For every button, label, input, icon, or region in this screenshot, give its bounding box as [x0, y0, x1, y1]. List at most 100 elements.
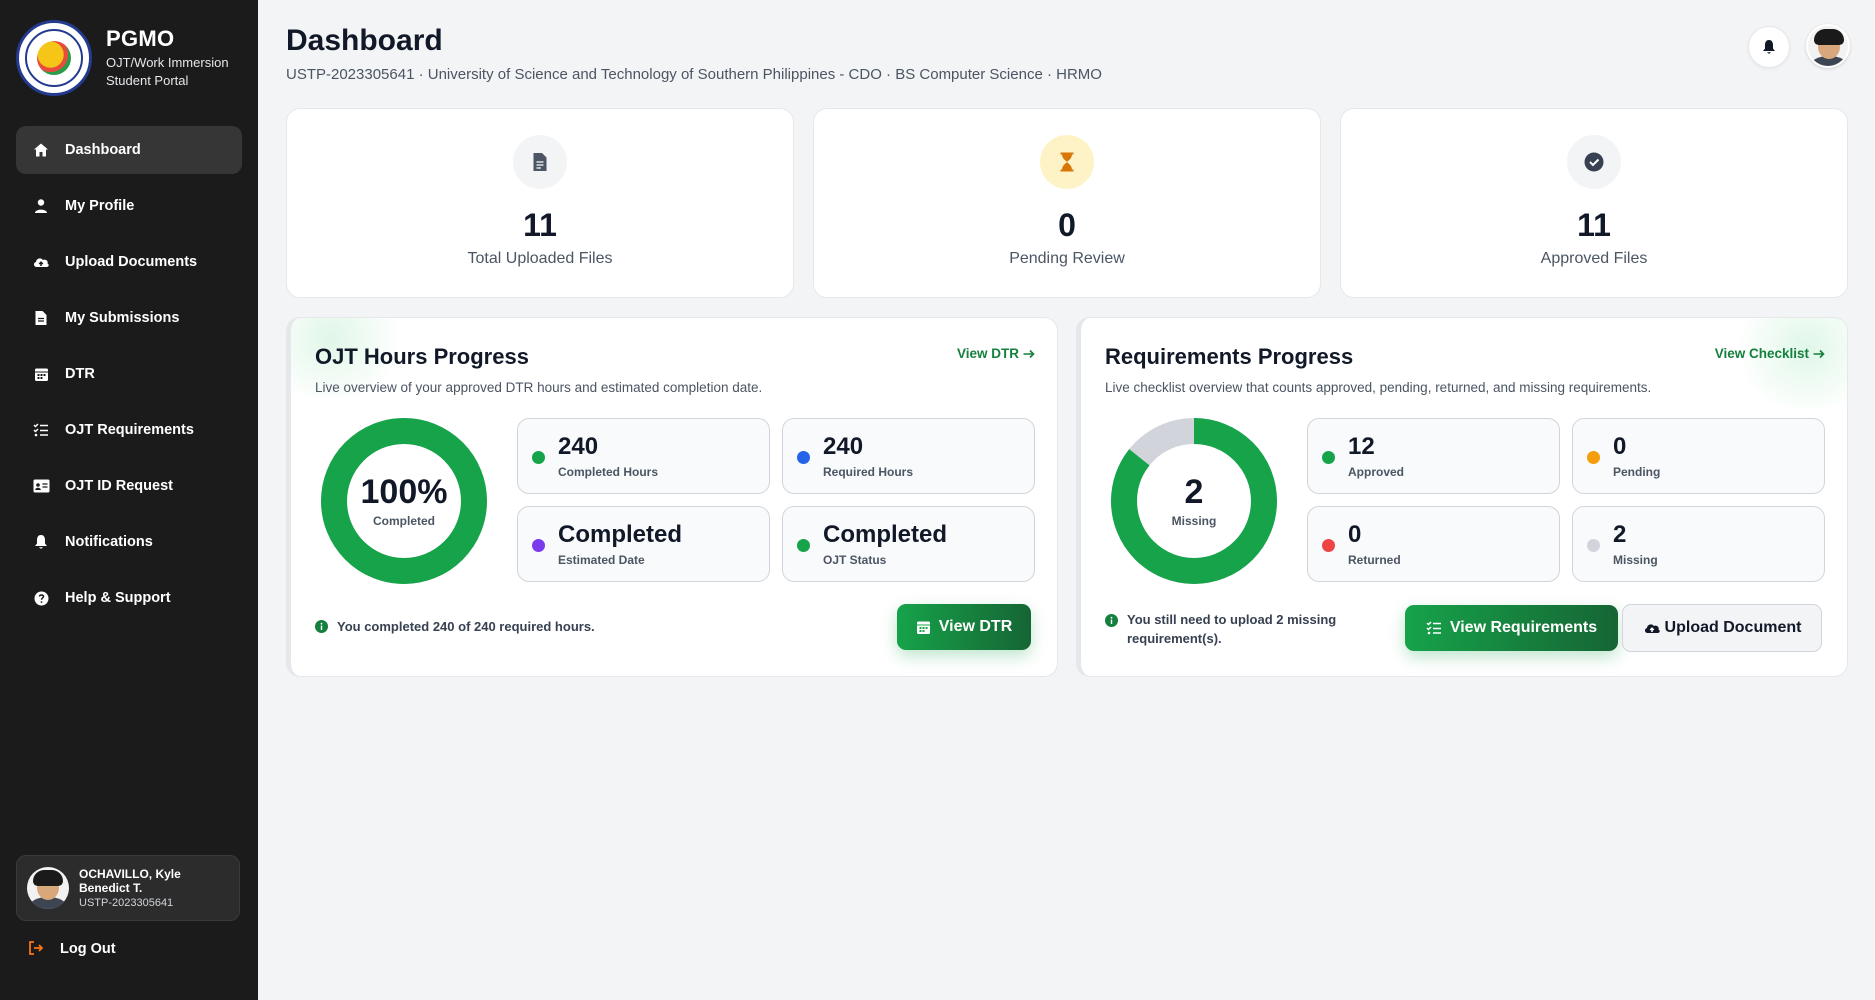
ojt-status-card: Completed OJT Status [782, 506, 1035, 582]
arrow-right-icon [1813, 349, 1825, 359]
logout-button[interactable]: Log Out [28, 940, 116, 958]
mini-value: 12 [1348, 433, 1375, 460]
province-seal-logo [16, 20, 92, 96]
status-dot-purple [532, 539, 545, 552]
main-content: Dashboard USTP-2023305641 · University o… [258, 0, 1875, 1000]
mini-label: Returned [1348, 553, 1401, 567]
bell-icon [1762, 39, 1776, 55]
brand-subtitle-line1: OJT/Work Immersion [106, 55, 229, 70]
view-requirements-button[interactable]: View Requirements [1405, 605, 1618, 651]
view-checklist-link-label: View Checklist [1714, 346, 1809, 361]
status-dot-green [797, 539, 810, 552]
mini-value: 240 [823, 433, 864, 460]
required-hours-card: 240 Required Hours [782, 418, 1035, 494]
arrow-right-icon [1023, 349, 1035, 359]
checklist-icon [1426, 620, 1442, 636]
sidebar-item-label: Notifications [65, 534, 153, 550]
document-icon [513, 135, 567, 189]
sidebar-item-notifications[interactable]: Notifications [16, 518, 242, 566]
sidebar-item-my-profile[interactable]: My Profile [16, 182, 242, 230]
home-icon [31, 140, 51, 160]
bell-icon [31, 532, 51, 552]
sidebar-item-upload-documents[interactable]: Upload Documents [16, 238, 242, 286]
view-dtr-button[interactable]: View DTR [897, 604, 1031, 650]
missing-card: 2 Missing [1572, 506, 1825, 582]
sidebar-user-card[interactable]: OCHAVILLO, Kyle Benedict T. USTP-2023305… [16, 855, 240, 921]
stat-value: 11 [523, 207, 557, 243]
upload-document-button[interactable]: Upload Document [1622, 604, 1822, 652]
req-note: You still need to upload 2 missing requi… [1105, 610, 1345, 648]
sidebar-item-dtr[interactable]: DTR [16, 350, 242, 398]
notifications-button[interactable] [1748, 26, 1790, 68]
sidebar-item-ojt-requirements[interactable]: OJT Requirements [16, 406, 242, 454]
brand-subtitle-line2: Student Portal [106, 73, 189, 88]
ojt-panel-subtitle: Live overview of your approved DTR hours… [315, 380, 763, 395]
mini-label: Completed Hours [558, 465, 659, 479]
user-icon [31, 196, 51, 216]
profile-avatar-button[interactable] [1806, 24, 1850, 68]
req-donut-center: 2 Missing [1111, 418, 1277, 584]
req-panel-title: Requirements Progress [1105, 344, 1354, 369]
ojt-donut-center: 100% Completed [321, 418, 487, 584]
page-title: Dashboard [286, 24, 443, 57]
mini-label: Required Hours [823, 465, 914, 479]
ojt-panel-title: OJT Hours Progress [315, 344, 529, 369]
logout-label: Log Out [60, 941, 116, 957]
logout-icon [28, 940, 46, 958]
status-dot-green [1322, 451, 1335, 464]
stat-label: Pending Review [1009, 250, 1125, 267]
sidebar: PGMO OJT/Work Immersion Student Portal D… [0, 0, 258, 1000]
mini-value: Completed [558, 521, 683, 548]
mini-label: Estimated Date [558, 553, 645, 567]
stat-label: Approved Files [1540, 250, 1648, 267]
calendar-icon [916, 619, 931, 635]
requirements-progress-panel: Requirements Progress Live checklist ove… [1076, 317, 1848, 677]
stat-value: 11 [1577, 207, 1611, 243]
mini-value: 240 [558, 433, 599, 460]
status-dot-blue [797, 451, 810, 464]
view-checklist-link[interactable]: View Checklist [1715, 346, 1825, 361]
upload-document-button-label: Upload Document [1664, 619, 1802, 636]
mini-value: Completed [823, 521, 948, 548]
completed-hours-card: 240 Completed Hours [517, 418, 770, 494]
status-dot-green [532, 451, 545, 464]
sidebar-nav: Dashboard My Profile Upload Documents My… [0, 126, 258, 622]
info-icon [1105, 613, 1118, 627]
sidebar-item-label: My Profile [65, 198, 135, 214]
mini-label: Pending [1613, 465, 1661, 479]
mini-value: 0 [1348, 521, 1362, 548]
sidebar-item-dashboard[interactable]: Dashboard [16, 126, 242, 174]
req-missing-count: 2 [1184, 473, 1204, 511]
sidebar-item-help-support[interactable]: Help & Support [16, 574, 242, 622]
stat-card-pending-review: 0 Pending Review [813, 108, 1321, 298]
stat-value: 0 [1058, 207, 1076, 243]
sidebar-item-label: DTR [65, 366, 95, 382]
returned-card: 0 Returned [1307, 506, 1560, 582]
mini-value: 2 [1613, 521, 1627, 548]
ojt-percent: 100% [360, 473, 448, 511]
cloud-upload-icon [31, 252, 51, 272]
sidebar-item-my-submissions[interactable]: My Submissions [16, 294, 242, 342]
page-subtitle: USTP-2023305641 · University of Science … [286, 66, 1102, 83]
stat-card-total-uploaded: 11 Total Uploaded Files [286, 108, 794, 298]
check-circle-icon [1567, 135, 1621, 189]
ojt-percent-label: Completed [372, 514, 435, 528]
approved-card: 12 Approved [1307, 418, 1560, 494]
question-icon [31, 588, 51, 608]
req-note-text: You still need to upload 2 missing requi… [1127, 612, 1337, 646]
sidebar-item-label: OJT ID Request [65, 478, 173, 494]
view-requirements-button-label: View Requirements [1449, 619, 1598, 636]
sidebar-item-ojt-id-request[interactable]: OJT ID Request [16, 462, 242, 510]
estimated-date-card: Completed Estimated Date [517, 506, 770, 582]
user-name: OCHAVILLO, Kyle Benedict T. [79, 867, 181, 895]
hourglass-icon [1040, 135, 1094, 189]
checklist-icon [31, 420, 51, 440]
view-dtr-link[interactable]: View DTR [957, 346, 1035, 361]
status-dot-amber [1587, 451, 1600, 464]
ojt-note-text: You completed 240 of 240 required hours. [337, 619, 595, 634]
file-icon [31, 308, 51, 328]
mini-value: 0 [1613, 433, 1627, 460]
stat-card-approved-files: 11 Approved Files [1340, 108, 1848, 298]
view-dtr-link-label: View DTR [956, 346, 1019, 361]
calendar-icon [31, 364, 51, 384]
